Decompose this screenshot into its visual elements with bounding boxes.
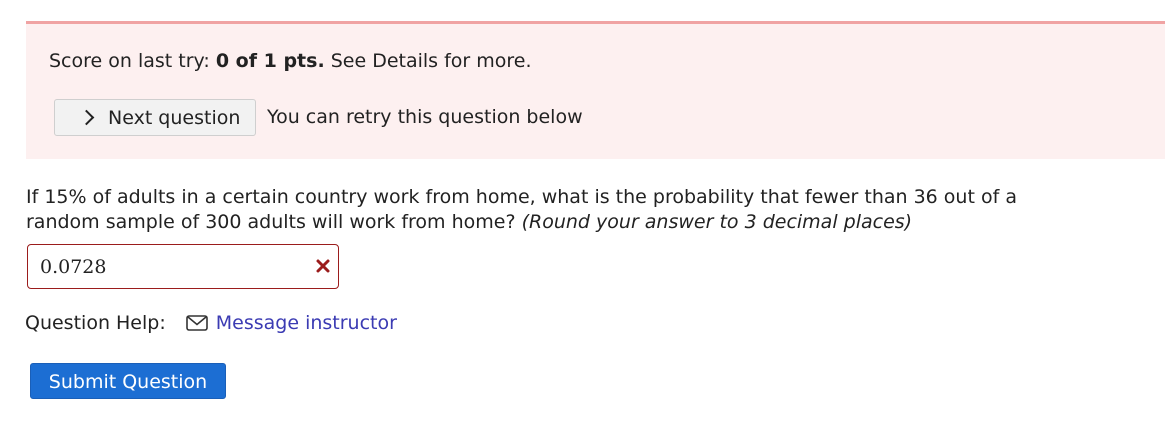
x-icon [316,259,330,273]
answer-value: 0.0728 [40,256,107,278]
next-question-button[interactable]: Next question [54,99,256,136]
answer-field[interactable]: 0.0728 [27,244,339,289]
question-help-label: Question Help: [25,312,166,334]
question-help-row: Question Help: Message instructor [25,310,397,336]
question-text: If 15% of adults in a certain country wo… [26,185,1066,235]
mail-icon [185,315,208,331]
submit-question-button[interactable]: Submit Question [30,363,226,399]
score-prefix: Score on last try: [49,50,216,72]
score-suffix: See Details for more. [324,50,532,72]
next-question-label: Next question [108,106,241,129]
score-value: 0 of 1 pts. [215,50,325,72]
question-instruction: (Round your answer to 3 decimal places) [521,211,913,233]
chevron-right-icon [78,109,95,126]
message-instructor-link[interactable]: Message instructor [216,310,397,336]
score-line: Score on last try: 0 of 1 pts. See Detai… [49,49,532,73]
score-panel: Score on last try: 0 of 1 pts. See Detai… [26,21,1165,159]
retry-note: You can retry this question below [267,106,583,128]
